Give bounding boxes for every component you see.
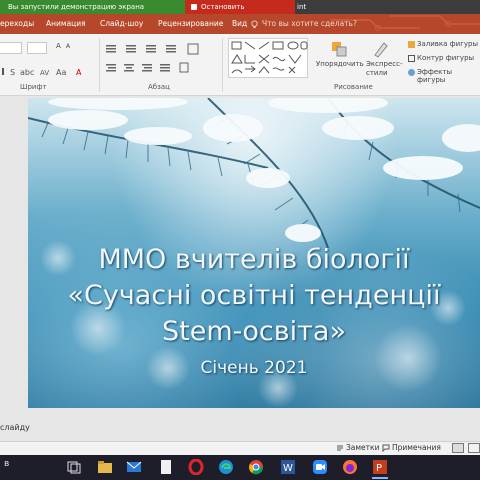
shape-fill-button[interactable]: Заливка фигуры [417, 40, 478, 48]
notes-icon [337, 445, 343, 451]
window-title-fragment: int [297, 3, 307, 11]
chrome-icon[interactable] [248, 459, 264, 475]
tab-transitions[interactable]: ереходы [0, 14, 34, 34]
svg-text:W: W [283, 463, 293, 474]
svg-text:AV: AV [40, 69, 49, 77]
font-group-label: Шрифт [20, 83, 47, 91]
svg-text:S: S [10, 68, 15, 77]
slide-date: Січень 2021 [200, 358, 308, 378]
svg-text:P: P [376, 463, 382, 474]
slide-title-line-1: ММО вчителів біології [98, 244, 410, 275]
taskbar-search[interactable]: в [4, 459, 9, 469]
share-info-text: Вы запустили демонстрацию экрана [0, 0, 185, 14]
effects-icon [408, 69, 415, 76]
document-icon[interactable] [158, 459, 174, 475]
shape-outline-button[interactable]: Контур фигуры [417, 54, 474, 62]
paragraph-controls-icon[interactable] [104, 42, 216, 76]
normal-view-icon[interactable] [452, 443, 464, 453]
font-name-box[interactable] [0, 42, 22, 54]
format-glyphs-icon: S abc AV Aa A [2, 68, 82, 77]
mail-icon[interactable] [126, 459, 142, 475]
zoom-icon[interactable] [312, 459, 328, 475]
quick-styles-button[interactable]: Экспресс-стили [366, 60, 406, 78]
file-explorer-icon[interactable] [97, 459, 113, 475]
slide-title-line-3: Stem-освіта» [162, 316, 346, 347]
tab-review[interactable]: Рецензирование [158, 14, 223, 34]
tab-slideshow[interactable]: Слайд-шоу [100, 14, 143, 34]
drawing-group-label: Рисование [334, 83, 373, 91]
slide-title-line-2: «Сучасні освітні тенденції [67, 280, 441, 311]
fill-color-icon [408, 41, 415, 48]
font-size-box[interactable] [27, 42, 47, 54]
slide-sorter-icon[interactable] [468, 443, 480, 453]
notes-button[interactable]: Заметки [346, 441, 379, 455]
circuit-decoration-icon [330, 15, 480, 31]
slide-canvas[interactable]: ММО вчителів біології «Сучасні освітні т… [28, 98, 480, 408]
comments-icon [382, 444, 390, 452]
shape-effects-button[interactable]: Эффекты фигуры [417, 68, 480, 84]
tab-animations[interactable]: Анимация [46, 14, 86, 34]
comments-button[interactable]: Примечания [392, 441, 441, 455]
font-format-buttons: S abc AV Aa A [0, 62, 92, 77]
task-view-icon[interactable] [66, 459, 82, 475]
notes-placeholder[interactable]: слайду [0, 420, 480, 436]
arrange-icon [332, 42, 347, 57]
svg-text:Aa: Aa [56, 68, 66, 77]
svg-text:abc: abc [20, 68, 34, 77]
opera-icon[interactable] [188, 459, 204, 475]
word-icon[interactable]: W [280, 459, 296, 475]
outline-icon [408, 55, 415, 62]
edge-icon[interactable] [218, 459, 234, 475]
shrink-font-button[interactable]: A [66, 43, 70, 50]
shapes-icon [231, 41, 308, 74]
grow-font-button[interactable]: A [56, 42, 61, 50]
tab-view[interactable]: Вид [232, 14, 247, 34]
group-divider [222, 38, 223, 92]
svg-text:A: A [76, 68, 82, 77]
arrange-button[interactable]: Упорядочить [316, 60, 364, 68]
powerpoint-icon[interactable]: P [372, 459, 388, 475]
quick-styles-icon [374, 42, 388, 58]
paragraph-group-label: Абзац [148, 83, 170, 91]
lightbulb-icon [251, 20, 258, 29]
stop-share-button[interactable]: Остановить демонстрацию [185, 0, 295, 25]
group-divider [99, 38, 100, 92]
active-app-indicator [372, 477, 388, 479]
shapes-gallery[interactable] [228, 38, 308, 78]
firefox-icon[interactable] [342, 459, 358, 475]
